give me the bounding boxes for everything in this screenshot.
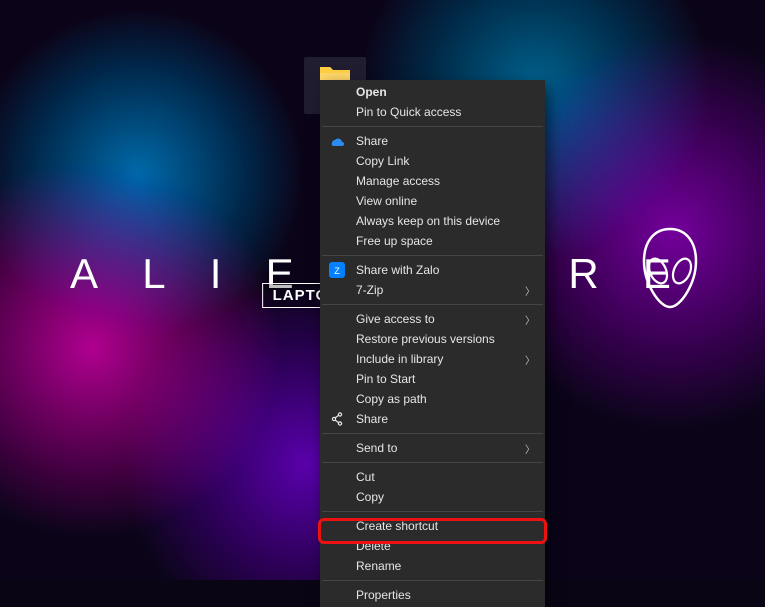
- menu-separator: [322, 433, 543, 434]
- menu-give-access-to[interactable]: Give access to 〉: [320, 309, 545, 329]
- menu-onedrive-share[interactable]: Share: [320, 131, 545, 151]
- menu-label: Pin to Start: [356, 372, 415, 386]
- menu-copy[interactable]: Copy: [320, 487, 545, 507]
- menu-properties[interactable]: Properties: [320, 585, 545, 605]
- menu-pin-quick-access[interactable]: Pin to Quick access: [320, 102, 545, 122]
- menu-label: 7-Zip: [356, 283, 383, 297]
- chevron-right-icon: 〉: [525, 312, 535, 327]
- menu-7zip[interactable]: 7-Zip 〉: [320, 280, 545, 300]
- menu-share[interactable]: Share: [320, 409, 545, 429]
- menu-include-in-library[interactable]: Include in library 〉: [320, 349, 545, 369]
- menu-separator: [322, 304, 543, 305]
- context-menu: Open Pin to Quick access Share Copy Link…: [320, 80, 545, 607]
- menu-label: Always keep on this device: [356, 214, 500, 228]
- chevron-right-icon: 〉: [525, 283, 535, 298]
- menu-label: Share with Zalo: [356, 263, 439, 277]
- menu-copy-link[interactable]: Copy Link: [320, 151, 545, 171]
- menu-label: Restore previous versions: [356, 332, 495, 346]
- menu-label: Share: [356, 134, 388, 148]
- svg-text:Z: Z: [334, 266, 340, 276]
- menu-label: Create shortcut: [356, 519, 438, 533]
- menu-separator: [322, 126, 543, 127]
- menu-label: Share: [356, 412, 388, 426]
- menu-delete[interactable]: Delete: [320, 536, 545, 556]
- menu-view-online[interactable]: View online: [320, 191, 545, 211]
- menu-separator: [322, 255, 543, 256]
- menu-label: Pin to Quick access: [356, 105, 461, 119]
- menu-label: Manage access: [356, 174, 440, 188]
- menu-send-to[interactable]: Send to 〉: [320, 438, 545, 458]
- menu-label: Cut: [356, 470, 375, 484]
- menu-label: Rename: [356, 559, 401, 573]
- menu-label: View online: [356, 194, 417, 208]
- menu-label: Delete: [356, 539, 391, 553]
- menu-separator: [322, 511, 543, 512]
- share-icon: [329, 411, 345, 427]
- menu-separator: [322, 580, 543, 581]
- menu-label: Copy as path: [356, 392, 427, 406]
- menu-open[interactable]: Open: [320, 82, 545, 102]
- menu-share-zalo[interactable]: Z Share with Zalo: [320, 260, 545, 280]
- menu-label: Open: [356, 85, 387, 99]
- menu-label: Properties: [356, 588, 411, 602]
- menu-cut[interactable]: Cut: [320, 467, 545, 487]
- menu-free-up-space[interactable]: Free up space: [320, 231, 545, 251]
- menu-label: Send to: [356, 441, 397, 455]
- menu-create-shortcut[interactable]: Create shortcut: [320, 516, 545, 536]
- menu-restore-versions[interactable]: Restore previous versions: [320, 329, 545, 349]
- onedrive-icon: [329, 133, 345, 149]
- menu-pin-to-start[interactable]: Pin to Start: [320, 369, 545, 389]
- menu-always-keep[interactable]: Always keep on this device: [320, 211, 545, 231]
- chevron-right-icon: 〉: [525, 352, 535, 367]
- zalo-icon: Z: [329, 262, 345, 278]
- chevron-right-icon: 〉: [525, 441, 535, 456]
- menu-rename[interactable]: Rename: [320, 556, 545, 576]
- menu-copy-as-path[interactable]: Copy as path: [320, 389, 545, 409]
- menu-manage-access[interactable]: Manage access: [320, 171, 545, 191]
- menu-label: Copy Link: [356, 154, 409, 168]
- menu-label: Include in library: [356, 352, 443, 366]
- menu-label: Free up space: [356, 234, 433, 248]
- menu-label: Give access to: [356, 312, 435, 326]
- menu-separator: [322, 462, 543, 463]
- menu-label: Copy: [356, 490, 384, 504]
